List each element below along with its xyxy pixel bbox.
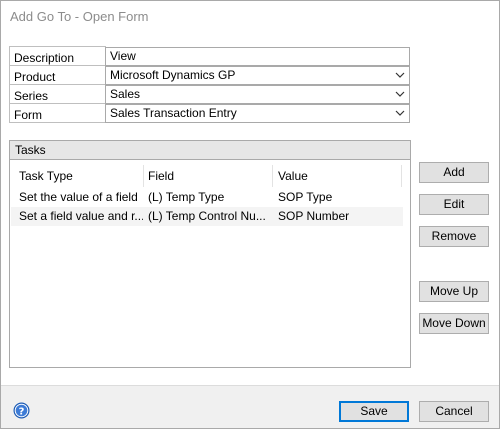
move-up-button[interactable]: Move Up: [419, 281, 489, 302]
table-row[interactable]: Set a field value and r... (L) Temp Cont…: [11, 207, 403, 226]
column-header-task-type[interactable]: Task Type: [19, 169, 73, 183]
task-type-cell: Set a field value and r...: [19, 209, 143, 223]
grid-line: [9, 84, 106, 85]
chevron-down-icon: [395, 110, 405, 116]
field-cell: (L) Temp Control Nu...: [148, 209, 266, 223]
dialog-footer: ? Save Cancel: [1, 385, 499, 428]
column-separator: [401, 165, 402, 187]
add-go-to-dialog: Add Go To - Open Form Description View P…: [0, 0, 500, 429]
save-button[interactable]: Save: [339, 401, 409, 422]
cancel-button[interactable]: Cancel: [419, 401, 489, 422]
svg-text:?: ?: [19, 407, 25, 418]
column-separator: [272, 165, 273, 187]
form-label: Form: [14, 108, 42, 122]
table-row[interactable]: Set the value of a field (L) Temp Type S…: [11, 188, 403, 207]
form-select[interactable]: Sales Transaction Entry: [105, 104, 410, 123]
remove-button[interactable]: Remove: [419, 226, 489, 247]
grid-line: [9, 122, 106, 123]
column-header-value[interactable]: Value: [278, 169, 308, 183]
description-field[interactable]: View: [105, 47, 410, 66]
series-value: Sales: [110, 87, 141, 101]
description-value: View: [110, 49, 136, 63]
series-label: Series: [14, 89, 49, 103]
form-value: Sales Transaction Entry: [110, 106, 237, 120]
help-icon[interactable]: ?: [13, 402, 30, 419]
column-separator: [143, 165, 144, 187]
grid-line: [9, 103, 106, 104]
task-type-cell: Set the value of a field: [19, 190, 138, 204]
add-button[interactable]: Add: [419, 162, 489, 183]
value-cell: SOP Number: [278, 209, 350, 223]
product-value: Microsoft Dynamics GP: [110, 68, 236, 82]
title-bar: Add Go To - Open Form: [1, 1, 499, 32]
tasks-list: Tasks Task Type Field Value Set the valu…: [9, 140, 411, 368]
value-cell: SOP Type: [278, 190, 333, 204]
tasks-header: Tasks: [10, 141, 410, 160]
dialog-content: Description View Product Microsoft Dynam…: [1, 32, 499, 385]
product-select[interactable]: Microsoft Dynamics GP: [105, 66, 410, 85]
edit-button[interactable]: Edit: [419, 194, 489, 215]
field-cell: (L) Temp Type: [148, 190, 225, 204]
grid-line: [9, 65, 106, 66]
column-header-field[interactable]: Field: [148, 169, 174, 183]
chevron-down-icon: [395, 91, 405, 97]
move-down-button[interactable]: Move Down: [419, 313, 489, 334]
product-label: Product: [14, 70, 56, 84]
description-label: Description: [14, 51, 75, 65]
chevron-down-icon: [395, 72, 405, 78]
grid-line: [9, 46, 106, 47]
grid-line: [9, 46, 10, 123]
window-title: Add Go To - Open Form: [10, 9, 149, 24]
series-select[interactable]: Sales: [105, 85, 410, 104]
